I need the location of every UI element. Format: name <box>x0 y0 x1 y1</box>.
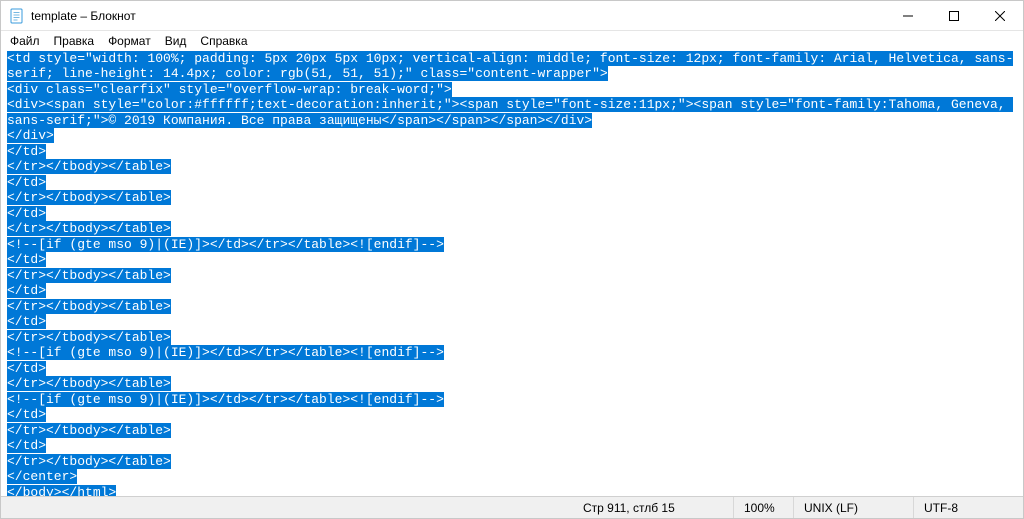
titlebar[interactable]: template – Блокнот <box>1 1 1023 31</box>
notepad-window: template – Блокнот Файл Правка Формат Ви… <box>0 0 1024 519</box>
selected-text-line[interactable]: </td> <box>7 407 46 422</box>
selected-text-line[interactable]: <!--[if (gte mso 9)|(IE)]></td></tr></ta… <box>7 237 444 252</box>
selected-text-line[interactable]: </td> <box>7 175 46 190</box>
selected-text-line[interactable]: </tr></tbody></table> <box>7 376 171 391</box>
menu-view[interactable]: Вид <box>158 33 194 49</box>
selected-text-line[interactable]: <td style="width: 100%; padding: 5px 20p… <box>7 51 1013 82</box>
menu-edit[interactable]: Правка <box>47 33 102 49</box>
selected-text-line[interactable]: </tr></tbody></table> <box>7 190 171 205</box>
selected-text-line[interactable]: </tr></tbody></table> <box>7 454 171 469</box>
selected-text-line[interactable]: </div> <box>7 128 54 143</box>
selected-text-line[interactable]: </td> <box>7 252 46 267</box>
selected-text-line[interactable]: </tr></tbody></table> <box>7 159 171 174</box>
selected-text-line[interactable]: </td> <box>7 361 46 376</box>
menu-help[interactable]: Справка <box>193 33 254 49</box>
selected-text-line[interactable]: <div class="clearfix" style="overflow-wr… <box>7 82 452 97</box>
status-encoding: UTF-8 <box>913 497 1023 518</box>
selected-text-line[interactable]: </td> <box>7 206 46 221</box>
selected-text-line[interactable]: </tr></tbody></table> <box>7 423 171 438</box>
selected-text-line[interactable]: <!--[if (gte mso 9)|(IE)]></td></tr></ta… <box>7 345 444 360</box>
selected-text-line[interactable]: </tr></tbody></table> <box>7 221 171 236</box>
selected-text-line[interactable]: </tr></tbody></table> <box>7 299 171 314</box>
selected-text-line[interactable]: </td> <box>7 283 46 298</box>
notepad-icon <box>9 8 25 24</box>
selected-text-line[interactable]: </tr></tbody></table> <box>7 268 171 283</box>
selected-text-line[interactable]: <div><span style="color:#ffffff;text-dec… <box>7 97 1013 128</box>
maximize-icon <box>949 11 959 21</box>
selected-text-line[interactable]: <!--[if (gte mso 9)|(IE)]></td></tr></ta… <box>7 392 444 407</box>
selected-text-line[interactable]: </td> <box>7 438 46 453</box>
status-zoom: 100% <box>733 497 793 518</box>
maximize-button[interactable] <box>931 1 977 31</box>
minimize-button[interactable] <box>885 1 931 31</box>
menu-file[interactable]: Файл <box>3 33 47 49</box>
window-title: template – Блокнот <box>31 9 136 23</box>
status-eol: UNIX (LF) <box>793 497 913 518</box>
minimize-icon <box>903 11 913 21</box>
selected-text-line[interactable]: </td> <box>7 144 46 159</box>
selected-text-line[interactable]: </body></html> <box>7 485 116 496</box>
selected-text-line[interactable]: </td> <box>7 314 46 329</box>
selected-text-line[interactable]: </tr></tbody></table> <box>7 330 171 345</box>
status-position: Стр 911, стлб 15 <box>573 497 733 518</box>
selected-text-line[interactable]: </center> <box>7 469 77 484</box>
close-button[interactable] <box>977 1 1023 31</box>
close-icon <box>995 11 1005 21</box>
menubar: Файл Правка Формат Вид Справка <box>1 31 1023 51</box>
editor-content[interactable]: <td style="width: 100%; padding: 5px 20p… <box>1 51 1023 496</box>
menu-format[interactable]: Формат <box>101 33 158 49</box>
text-editor[interactable]: <td style="width: 100%; padding: 5px 20p… <box>1 51 1023 496</box>
statusbar: Стр 911, стлб 15 100% UNIX (LF) UTF-8 <box>1 496 1023 518</box>
